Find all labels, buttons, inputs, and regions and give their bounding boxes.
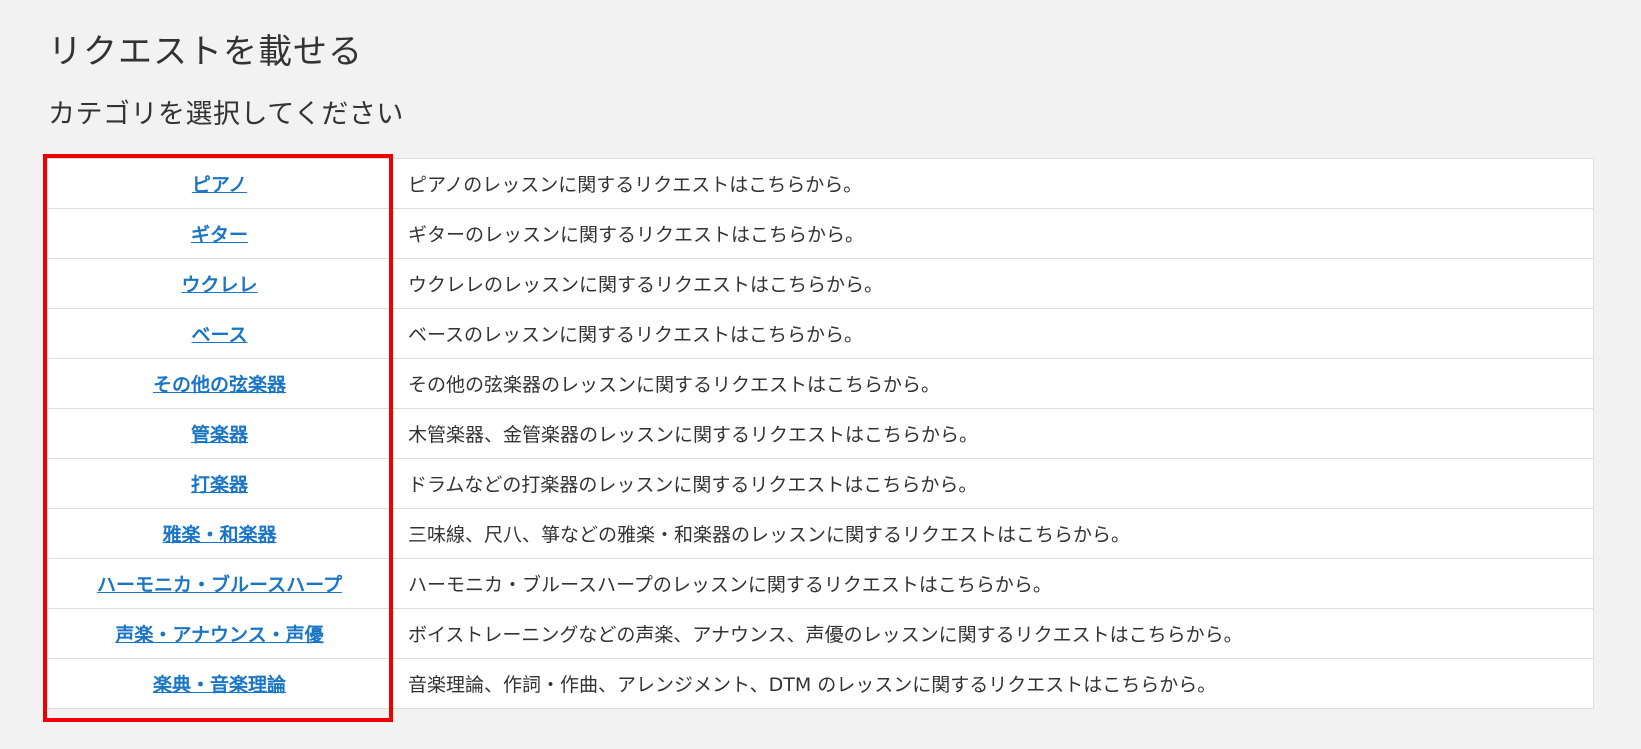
category-link-music-theory[interactable]: 楽典・音楽理論 xyxy=(153,674,286,696)
table-row: 管楽器 木管楽器、金管楽器のレッスンに関するリクエストはこちらから。 xyxy=(47,408,1594,459)
request-page: リクエストを載せる カテゴリを選択してください ピアノ ピアノのレッスンに関する… xyxy=(0,0,1641,749)
category-description: ギターのレッスンに関するリクエストはこちらから。 xyxy=(391,208,1594,259)
category-description: 木管楽器、金管楽器のレッスンに関するリクエストはこちらから。 xyxy=(391,408,1594,459)
category-description: 三味線、尺八、箏などの雅楽・和楽器のレッスンに関するリクエストはこちらから。 xyxy=(391,508,1594,559)
table-row: 雅楽・和楽器 三味線、尺八、箏などの雅楽・和楽器のレッスンに関するリクエストはこ… xyxy=(47,508,1594,559)
category-link-japanese-instruments[interactable]: 雅楽・和楽器 xyxy=(162,524,276,546)
category-link-bass[interactable]: ベース xyxy=(191,324,247,346)
table-row: 楽典・音楽理論 音楽理論、作詞・作曲、アレンジメント、DTM のレッスンに関する… xyxy=(47,658,1594,709)
table-row: 打楽器 ドラムなどの打楽器のレッスンに関するリクエストはこちらから。 xyxy=(47,458,1594,509)
category-name-cell: ハーモニカ・ブルースハープ xyxy=(47,558,392,609)
category-link-vocal[interactable]: 声楽・アナウンス・声優 xyxy=(115,624,323,646)
page-title: リクエストを載せる xyxy=(48,32,363,72)
table-row: その他の弦楽器 その他の弦楽器のレッスンに関するリクエストはこちらから。 xyxy=(47,358,1594,409)
category-link-guitar[interactable]: ギター xyxy=(191,224,248,246)
category-link-piano[interactable]: ピアノ xyxy=(192,174,247,196)
category-description: ドラムなどの打楽器のレッスンに関するリクエストはこちらから。 xyxy=(391,458,1594,509)
category-name-cell: 楽典・音楽理論 xyxy=(47,658,392,709)
table-row: ギター ギターのレッスンに関するリクエストはこちらから。 xyxy=(47,208,1594,259)
page-subtitle: カテゴリを選択してください xyxy=(48,99,404,130)
table-row: ウクレレ ウクレレのレッスンに関するリクエストはこちらから。 xyxy=(47,258,1594,309)
category-description: その他の弦楽器のレッスンに関するリクエストはこちらから。 xyxy=(391,358,1594,409)
category-description: ベースのレッスンに関するリクエストはこちらから。 xyxy=(391,308,1594,359)
category-link-harmonica[interactable]: ハーモニカ・ブルースハープ xyxy=(97,574,342,596)
category-name-cell: 管楽器 xyxy=(47,408,392,459)
category-name-cell: ピアノ xyxy=(47,158,392,209)
category-name-cell: ベース xyxy=(47,308,392,359)
category-name-cell: 打楽器 xyxy=(47,458,392,509)
table-row: ハーモニカ・ブルースハープ ハーモニカ・ブルースハープのレッスンに関するリクエス… xyxy=(47,558,1594,609)
table-row: ピアノ ピアノのレッスンに関するリクエストはこちらから。 xyxy=(47,158,1594,209)
category-name-cell: 声楽・アナウンス・声優 xyxy=(47,608,392,659)
category-description: ウクレレのレッスンに関するリクエストはこちらから。 xyxy=(391,258,1594,309)
category-link-ukulele[interactable]: ウクレレ xyxy=(181,274,257,296)
table-row: ベース ベースのレッスンに関するリクエストはこちらから。 xyxy=(47,308,1594,359)
category-description: ハーモニカ・ブルースハープのレッスンに関するリクエストはこちらから。 xyxy=(391,558,1594,609)
category-name-cell: その他の弦楽器 xyxy=(47,358,392,409)
category-name-cell: ギター xyxy=(47,208,392,259)
category-name-cell: ウクレレ xyxy=(47,258,392,309)
category-description: ボイストレーニングなどの声楽、アナウンス、声優のレッスンに関するリクエストはこち… xyxy=(391,608,1594,659)
category-link-percussion[interactable]: 打楽器 xyxy=(191,474,248,496)
category-link-other-strings[interactable]: その他の弦楽器 xyxy=(153,374,286,396)
category-link-wind[interactable]: 管楽器 xyxy=(191,424,248,446)
category-table: ピアノ ピアノのレッスンに関するリクエストはこちらから。 ギター ギターのレッス… xyxy=(47,158,1594,709)
category-name-cell: 雅楽・和楽器 xyxy=(47,508,392,559)
table-row: 声楽・アナウンス・声優 ボイストレーニングなどの声楽、アナウンス、声優のレッスン… xyxy=(47,608,1594,659)
category-description: 音楽理論、作詞・作曲、アレンジメント、DTM のレッスンに関するリクエストはこち… xyxy=(391,658,1594,709)
category-description: ピアノのレッスンに関するリクエストはこちらから。 xyxy=(391,158,1594,209)
